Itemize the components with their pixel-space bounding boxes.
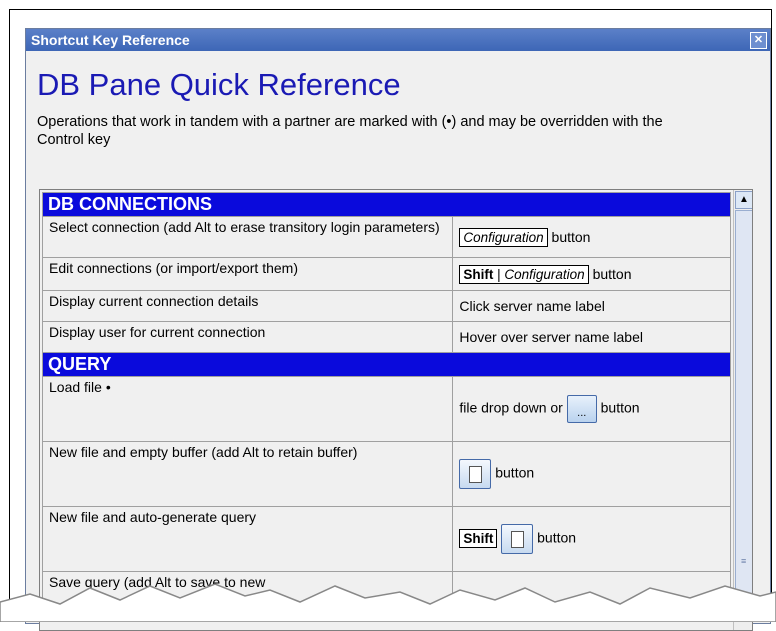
shortcut-cell: file drop down or ... button (452, 376, 731, 442)
shortcut-suffix: button (592, 265, 632, 282)
new-file-icon (501, 524, 534, 554)
scroll-up-icon[interactable]: ▲ (735, 191, 752, 209)
shortcut-cell: Shift button (452, 506, 731, 572)
vertical-scrollbar[interactable]: ▲ ≡ (733, 190, 752, 630)
action-cell: Display current connection details (41, 290, 454, 322)
torn-edge (0, 583, 776, 622)
action-cell: New file and auto-generate query (41, 506, 454, 572)
scroll-thumb[interactable]: ≡ (735, 210, 752, 622)
window-title: Shortcut Key Reference (31, 32, 190, 48)
reference-table: DB CONNECTIONS Select connection (add Al… (41, 192, 731, 617)
shortcut-suffix: button (600, 399, 640, 416)
description-text: Operations that work in tandem with a pa… (37, 114, 663, 148)
shortcut-cell: Hover over server name label (452, 321, 731, 353)
shortcut-suffix: button (551, 228, 591, 245)
configuration-key: Configuration (459, 227, 548, 247)
new-file-icon (459, 459, 492, 489)
section-title: DB CONNECTIONS (42, 192, 731, 217)
shortcut-cell: Click server name label (452, 290, 731, 322)
shortcut-cell: button (452, 441, 731, 507)
shortcut-cell: Shift | Configuration button (452, 257, 731, 291)
action-cell: Edit connections (or import/export them) (41, 257, 454, 291)
browse-button: ... (566, 395, 597, 423)
action-cell: Load file • (41, 376, 454, 442)
shortcut-cell: Configuration button (452, 216, 731, 258)
close-icon[interactable]: ✕ (750, 32, 767, 49)
shortcut-suffix: button (495, 464, 535, 481)
page-title: DB Pane Quick Reference (37, 67, 401, 102)
shift-key: Shift (459, 528, 498, 548)
table-row: Load file • file drop down or ... button (41, 376, 731, 442)
key-label: Configuration (504, 266, 585, 282)
table-row: Display user for current connection Hove… (41, 321, 731, 353)
action-cell: Display user for current connection (41, 321, 454, 353)
action-cell: New file and empty buffer (add Alt to re… (41, 441, 454, 507)
table-row: New file and auto-generate query Shift b… (41, 506, 731, 572)
title-bar: Shortcut Key Reference ✕ (26, 29, 770, 51)
key-label: Configuration (463, 229, 544, 245)
action-cell: Select connection (add Alt to erase tran… (41, 216, 454, 258)
shift-configuration-key: Shift | Configuration (459, 264, 589, 284)
shortcut-prefix: file drop down or (459, 399, 563, 416)
section-header-query: QUERY (42, 352, 731, 377)
shift-key-label: Shift (463, 530, 494, 546)
table-row: New file and empty buffer (add Alt to re… (41, 441, 731, 507)
scroll-grip-icon: ≡ (741, 556, 747, 566)
section-header-connections: DB CONNECTIONS (42, 192, 731, 217)
reference-panel[interactable]: DB CONNECTIONS Select connection (add Al… (39, 189, 753, 631)
shortcut-window: Shortcut Key Reference ✕ DB Pane Quick R… (25, 28, 771, 631)
section-title: QUERY (42, 352, 731, 377)
table-row: Edit connections (or import/export them)… (41, 257, 731, 291)
shortcut-suffix: button (537, 529, 577, 546)
shift-key-label: Shift (463, 266, 494, 282)
table-row: Display current connection details Click… (41, 290, 731, 322)
table-row: Select connection (add Alt to erase tran… (41, 216, 731, 258)
